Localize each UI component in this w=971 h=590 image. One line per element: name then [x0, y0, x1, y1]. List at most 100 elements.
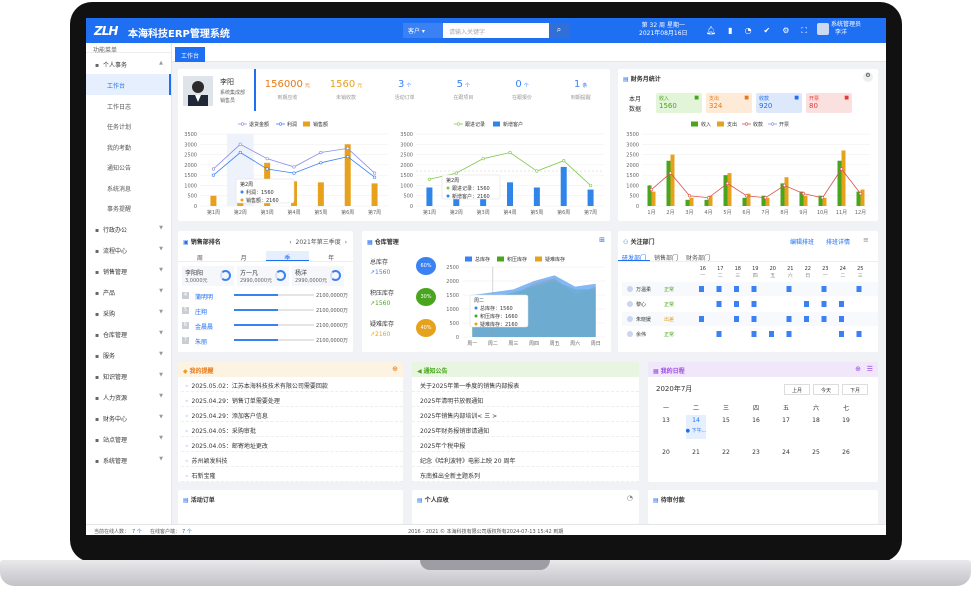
calendar-day[interactable]: 25	[812, 449, 820, 456]
reminder-item[interactable]: ◦ 苏州颖发科技	[181, 452, 403, 467]
rank-tab-3[interactable]: 年	[309, 251, 353, 262]
bar-income[interactable]	[723, 175, 728, 206]
shift-block[interactable]	[751, 316, 757, 322]
shift-block[interactable]	[821, 301, 827, 307]
reminder-item[interactable]: ◦ 2025.04.05：邮寄地址更改	[181, 437, 403, 452]
calendar-day[interactable]: 26	[842, 449, 850, 456]
sidebar-group-4[interactable]: ▪ 产品 ▼	[86, 281, 171, 302]
add-event-icon[interactable]: ⊕	[855, 365, 861, 373]
add-reminder-icon[interactable]: ⊕	[392, 365, 398, 373]
shift-block[interactable]	[786, 331, 792, 337]
bell-icon[interactable]: 🔔︎	[706, 26, 716, 36]
sidebar-group-8[interactable]: ▪ 知识管理 ▼	[86, 365, 171, 386]
calendar-day[interactable]: 17	[782, 417, 790, 424]
stat-4[interactable]: 0 个在跟报价	[493, 79, 552, 109]
calendar-day[interactable]: 22	[722, 449, 730, 456]
bar-new-customers[interactable]	[533, 187, 540, 206]
bar-chart-icon[interactable]: ▮	[728, 26, 732, 36]
calendar-day[interactable]: 14	[692, 417, 700, 424]
person-name[interactable]: 余伟	[636, 331, 646, 338]
bar-expense[interactable]	[670, 154, 675, 206]
shift-block[interactable]	[856, 331, 862, 337]
shift-block[interactable]	[751, 301, 757, 307]
bar-expense[interactable]	[803, 195, 808, 206]
shift-block[interactable]	[699, 316, 704, 322]
shift-block[interactable]	[716, 331, 722, 337]
bar-expense[interactable]	[689, 197, 694, 206]
shift-block[interactable]	[804, 301, 809, 307]
sidebar-group-9[interactable]: ▪ 人力资源 ▼	[86, 386, 171, 407]
bar-sales[interactable]	[344, 144, 351, 206]
list-icon[interactable]: ☰	[867, 365, 873, 373]
calendar-day[interactable]: 21	[692, 449, 700, 456]
sidebar-group-7[interactable]: ▪ 服务 ▼	[86, 344, 171, 365]
tab-workbench[interactable]: 工作台	[175, 47, 206, 62]
settings-icon[interactable]: ⚙	[782, 26, 789, 36]
bar-expense[interactable]	[841, 150, 846, 206]
sidebar-group-5[interactable]: ▪ 采购 ▼	[86, 302, 171, 323]
reminder-item[interactable]: ◦ 2025.04.29：添加客户信息	[181, 407, 403, 422]
rank-row[interactable]: 6 金晨晨 2100,0000万	[182, 319, 349, 334]
sidebar-group-11[interactable]: ▪ 站点管理 ▼	[86, 428, 171, 449]
follow-tab-2[interactable]: 财务部门	[682, 251, 714, 262]
shift-block[interactable]	[769, 331, 774, 337]
fullscreen-icon[interactable]: ⛶	[801, 26, 807, 36]
bar-new-customers[interactable]	[587, 189, 594, 206]
rank-top-1[interactable]: 方一凡 2990,0000元	[237, 266, 289, 286]
stat-2[interactable]: 3 个活动订单	[375, 79, 434, 109]
notice-item[interactable]: 2025年销售内部培训< 三 >	[412, 407, 639, 422]
person-name[interactable]: 万温柔	[636, 286, 651, 293]
shift-block[interactable]	[839, 316, 844, 322]
app-logo[interactable]: ZLH	[94, 24, 118, 38]
shift-block[interactable]	[716, 286, 722, 292]
notice-item[interactable]: 东南推出全新主题系列	[412, 467, 639, 482]
shift-block[interactable]	[734, 301, 739, 307]
shift-block[interactable]	[821, 286, 827, 292]
rank-top-0[interactable]: 李阳阳 3,0000元	[182, 266, 234, 286]
rank-tab-1[interactable]: 月	[222, 251, 266, 262]
finance-kpi-3[interactable]: 开票 80 ■	[806, 93, 852, 113]
calendar-day[interactable]: 18	[812, 417, 820, 424]
person-name[interactable]: 朱晓媛	[636, 316, 651, 323]
bar-expense[interactable]	[727, 173, 732, 206]
bar-expense[interactable]	[651, 191, 656, 206]
calendar-btn-1[interactable]: 今天	[813, 384, 839, 395]
reminder-item[interactable]: ◦ 2025.04.05：采购审批	[181, 422, 403, 437]
finance-kpi-1[interactable]: 支出 324 ■	[706, 93, 752, 113]
search-input[interactable]: 请输入关键字	[449, 27, 485, 36]
sidebar-group-6[interactable]: ▪ 仓库管理 ▼	[86, 323, 171, 344]
bar-sales[interactable]	[210, 195, 217, 206]
pie-icon[interactable]: ◔	[627, 494, 633, 502]
notice-item[interactable]: 纪念《哈利波特》电影上映 20 周年	[412, 452, 639, 467]
shift-block[interactable]	[839, 331, 844, 337]
bar-income[interactable]	[666, 160, 671, 206]
shift-block[interactable]	[821, 316, 827, 322]
check-badge-icon[interactable]: ✔	[764, 26, 771, 36]
reminder-item[interactable]: ◦ 2025.04.29：销售订单需要处理	[181, 392, 403, 407]
schedule-detail-link[interactable]: 排班详情	[826, 237, 850, 246]
calendar-day[interactable]: 24	[782, 449, 790, 456]
rank-row[interactable]: 5 庄翔 2100,0000万	[182, 304, 349, 319]
rank-top-2[interactable]: 杨洋 2990,0000元	[292, 266, 344, 286]
shift-block[interactable]	[786, 286, 792, 292]
finance-kpi-0[interactable]: 收入 1560 ■	[656, 93, 702, 113]
bar-sales[interactable]	[371, 183, 378, 206]
bar-new-customers[interactable]	[560, 166, 567, 206]
reminder-item[interactable]: ◦ 2025.05.02：江苏本海科技技术有限公司需要回款	[181, 377, 403, 392]
shift-block[interactable]	[716, 301, 722, 307]
shift-block[interactable]	[839, 301, 844, 307]
reminder-item[interactable]: ◦ 石新宝隆	[181, 467, 403, 482]
calendar-btn-0[interactable]: 上月	[784, 384, 810, 395]
shift-block[interactable]	[734, 286, 739, 292]
bar-expense[interactable]	[860, 189, 865, 206]
warehouse-more-icon[interactable]: ⊞	[599, 236, 605, 244]
finance-kpi-2[interactable]: 收款 920 ■	[756, 93, 802, 113]
calendar-day[interactable]: 19	[842, 417, 850, 424]
warehouse-item-1[interactable]: 积压库存 ↗1560 30%	[370, 288, 450, 319]
shift-block[interactable]	[856, 286, 862, 292]
sidebar-subitem-4[interactable]: 通知公告	[86, 156, 171, 177]
calendar-event[interactable]: ● 下午...	[686, 427, 707, 434]
search-button[interactable]: ⌕	[549, 23, 569, 38]
calendar-day[interactable]: 13	[662, 417, 670, 424]
calendar-day[interactable]: 20	[662, 449, 670, 456]
